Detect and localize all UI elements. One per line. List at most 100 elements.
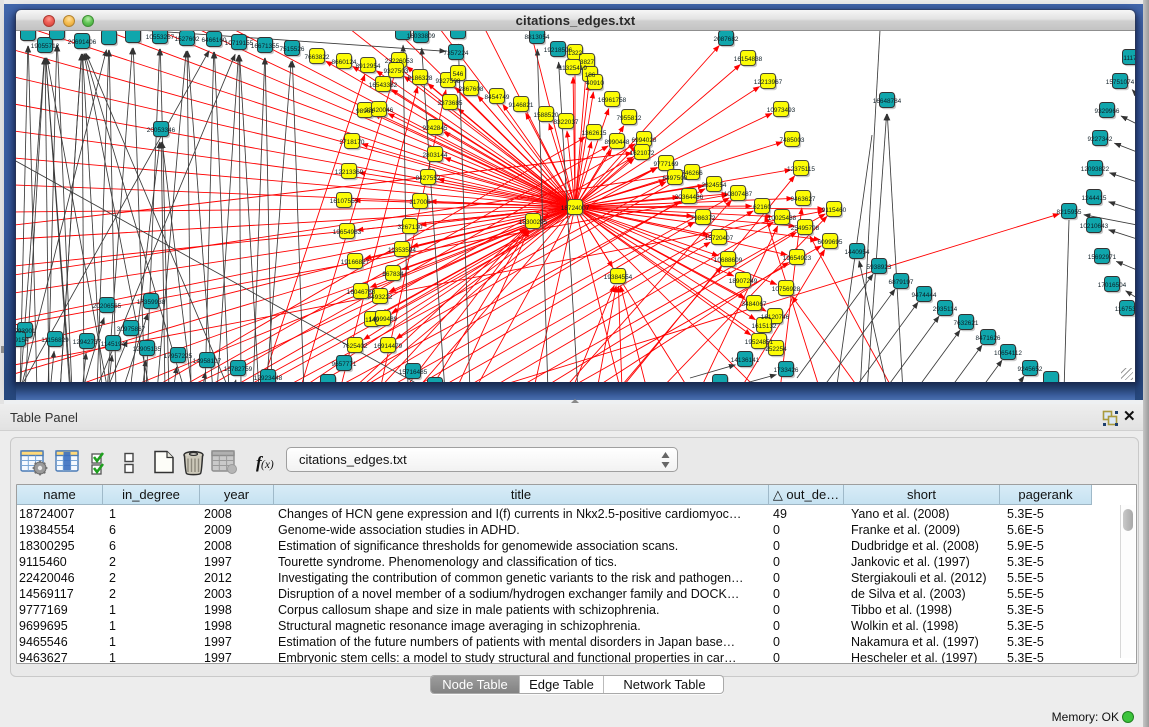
- svg-text:1615132: 1615132: [752, 323, 777, 330]
- svg-text:3267130: 3267130: [398, 224, 423, 231]
- svg-text:10210643: 10210643: [1080, 223, 1109, 230]
- svg-text:10756928: 10756928: [772, 286, 801, 293]
- svg-text:2935114: 2935114: [933, 306, 958, 313]
- svg-text:14958107: 14958107: [193, 358, 222, 365]
- svg-text:15300295: 15300295: [519, 219, 548, 226]
- svg-text:9474444: 9474444: [912, 292, 937, 299]
- svg-text:12375115: 12375115: [787, 166, 815, 173]
- svg-text:1588520: 1588520: [534, 112, 559, 119]
- svg-text:17957225: 17957225: [164, 353, 193, 360]
- svg-text:1621072: 1621072: [630, 150, 655, 157]
- svg-text:1440954: 1440954: [845, 249, 870, 256]
- svg-text:10553267: 10553267: [146, 34, 175, 41]
- svg-text:19654923: 19654923: [783, 255, 812, 262]
- svg-text:14136141: 14136141: [731, 357, 760, 364]
- svg-text:12213967: 12213967: [754, 79, 783, 86]
- svg-text:8813054: 8813054: [525, 34, 550, 41]
- svg-text:16154838: 16154838: [734, 56, 763, 63]
- svg-text:8912954: 8912954: [356, 63, 381, 70]
- svg-text:19654983: 19654983: [333, 229, 362, 236]
- svg-text:3373685: 3373685: [438, 100, 463, 107]
- svg-text:9777169: 9777169: [654, 161, 679, 168]
- svg-text:993901: 993901: [16, 328, 36, 335]
- svg-text:20364436: 20364436: [675, 194, 704, 201]
- svg-text:25495798: 25495798: [791, 225, 820, 232]
- svg-text:17016504: 17016504: [1098, 282, 1127, 289]
- svg-text:16782759: 16782759: [224, 366, 253, 373]
- svg-text:5938923: 5938923: [867, 264, 892, 271]
- svg-text:10807487: 10807487: [724, 191, 753, 198]
- svg-text:19166827: 19166827: [341, 259, 370, 266]
- svg-text:3484067: 3484067: [742, 301, 767, 308]
- svg-text:20206565: 20206565: [93, 303, 122, 310]
- svg-text:12905135: 12905135: [133, 346, 162, 353]
- svg-text:3824554: 3824554: [702, 182, 727, 189]
- svg-text:10654112: 10654112: [994, 350, 1022, 357]
- svg-text:9327503: 9327503: [384, 68, 409, 75]
- svg-text:317006: 317006: [409, 199, 431, 206]
- svg-text:7632621: 7632621: [954, 320, 979, 327]
- svg-text:9463627: 9463627: [791, 196, 816, 203]
- svg-text:23420046: 23420046: [365, 107, 394, 114]
- svg-text:1117: 1117: [1123, 55, 1135, 62]
- svg-text:15716485: 15716485: [399, 369, 428, 376]
- svg-text:18724007: 18724007: [561, 205, 590, 212]
- svg-text:16107553: 16107553: [330, 198, 359, 205]
- svg-text:12093822: 12093822: [1081, 166, 1110, 173]
- svg-text:40910: 40910: [586, 80, 604, 87]
- svg-text:6994028: 6994028: [632, 137, 657, 144]
- svg-text:9327508: 9327508: [436, 78, 461, 85]
- svg-text:1362615: 1362615: [582, 130, 607, 137]
- svg-text:23226053: 23226053: [385, 58, 414, 65]
- svg-text:7357224: 7357224: [444, 50, 469, 57]
- svg-text:2803144: 2803144: [423, 152, 448, 159]
- svg-text:16033809: 16033809: [407, 33, 436, 40]
- svg-text:1244415: 1244415: [1082, 195, 1107, 202]
- svg-text:252254: 252254: [765, 346, 787, 353]
- svg-text:9657771: 9657771: [332, 361, 357, 368]
- svg-text:746266: 746266: [681, 170, 703, 177]
- svg-text:30975867: 30975867: [117, 326, 146, 333]
- svg-text:8215955: 8215955: [1057, 209, 1082, 216]
- svg-text:7515526: 7515526: [280, 46, 305, 53]
- svg-text:16648784: 16648784: [873, 98, 902, 105]
- svg-text:6099695: 6099695: [818, 239, 843, 246]
- svg-text:8660124: 8660124: [332, 59, 357, 66]
- svg-text:10688609: 10688609: [714, 257, 743, 264]
- svg-text:9245652: 9245652: [1018, 366, 1043, 373]
- svg-text:11156829: 11156829: [41, 337, 69, 344]
- svg-text:20691406: 20691406: [68, 39, 97, 46]
- svg-text:7663822: 7663822: [305, 54, 330, 61]
- svg-text:2867608: 2867608: [459, 86, 484, 93]
- svg-text:11353594: 11353594: [388, 247, 416, 254]
- svg-text:9115460: 9115460: [822, 207, 847, 214]
- svg-text:9242845: 9242845: [423, 125, 448, 132]
- svg-text:12942737: 12942737: [73, 339, 102, 346]
- svg-text:939154: 939154: [16, 337, 29, 344]
- svg-text:16961758: 16961758: [598, 97, 627, 104]
- svg-text:7485003: 7485003: [780, 137, 805, 144]
- svg-text:8427552: 8427552: [416, 175, 441, 182]
- svg-text:15720407: 15720407: [705, 235, 734, 242]
- svg-text:6879197: 6879197: [889, 279, 914, 286]
- svg-text:16671355: 16671355: [251, 43, 280, 50]
- svg-text:7986372: 7986372: [691, 215, 716, 222]
- svg-text:2087682: 2087682: [714, 36, 739, 43]
- svg-text:6466160: 6466160: [202, 37, 227, 44]
- svg-text:1527602: 1527602: [175, 36, 200, 43]
- svg-text:12923448: 12923448: [254, 375, 283, 382]
- svg-text:20053346: 20053346: [147, 127, 176, 134]
- svg-text:8454749: 8454749: [485, 94, 510, 101]
- svg-text:19524851: 19524851: [745, 339, 774, 346]
- svg-text:10973493: 10973493: [767, 107, 796, 114]
- svg-text:14099489: 14099489: [369, 316, 398, 323]
- svg-text:10719155: 10719155: [225, 40, 254, 47]
- svg-text:11325419: 11325419: [559, 65, 587, 72]
- svg-text:15692971: 15692971: [1088, 254, 1117, 261]
- svg-text:8471626: 8471626: [976, 335, 1001, 342]
- svg-text:8322037: 8322037: [554, 119, 579, 126]
- svg-text:7625402: 7625402: [343, 343, 368, 350]
- svg-text:2718170: 2718170: [340, 139, 365, 146]
- svg-text:16543382: 16543382: [369, 82, 398, 89]
- svg-text:7955812: 7955812: [617, 115, 642, 122]
